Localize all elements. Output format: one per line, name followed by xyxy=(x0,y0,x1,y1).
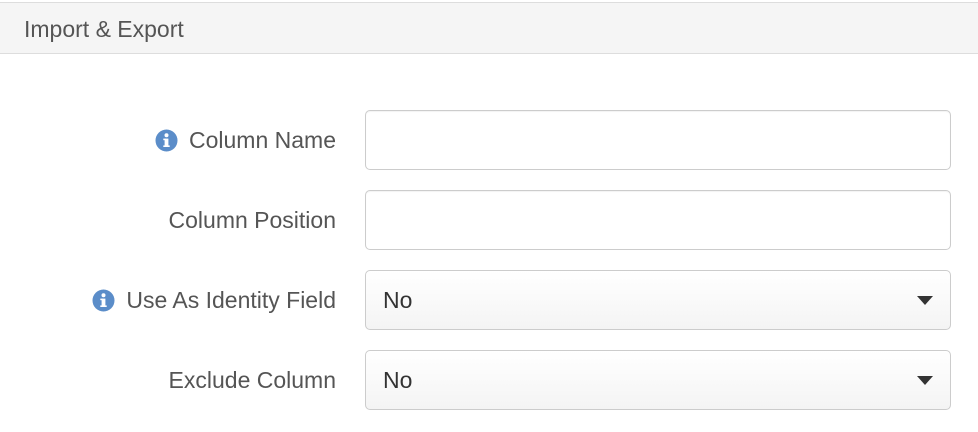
info-icon[interactable] xyxy=(155,129,178,152)
column-name-label-wrap: Column Name xyxy=(155,110,336,170)
exclude-column-label: Exclude Column xyxy=(168,367,336,393)
column-name-input[interactable] xyxy=(365,110,951,170)
use-as-identity-field-value: No xyxy=(383,287,413,313)
form-row-column-name: Column Name xyxy=(0,110,978,170)
exclude-column-select[interactable]: No xyxy=(365,350,951,410)
form-row-exclude-column: Exclude Column No xyxy=(0,350,978,410)
import-export-panel: Import & Export Column Name Column Posit… xyxy=(0,0,978,432)
panel-header: Import & Export xyxy=(0,2,978,54)
form-row-column-position: Column Position xyxy=(0,190,978,250)
exclude-column-value: No xyxy=(383,367,413,393)
identity-field-label-wrap: Use As Identity Field xyxy=(92,270,336,330)
panel-title: Import & Export xyxy=(24,16,184,42)
column-position-input[interactable] xyxy=(365,190,951,250)
exclude-column-label-wrap: Exclude Column xyxy=(169,350,336,410)
form-row-use-as-identity-field: Use As Identity Field No xyxy=(0,270,978,330)
column-name-label: Column Name xyxy=(189,127,336,153)
info-icon[interactable] xyxy=(92,289,115,312)
column-position-label: Column Position xyxy=(168,207,336,233)
column-position-label-wrap: Column Position xyxy=(169,190,336,250)
caret-down-icon xyxy=(917,376,933,385)
use-as-identity-field-label: Use As Identity Field xyxy=(126,287,336,313)
use-as-identity-field-select[interactable]: No xyxy=(365,270,951,330)
caret-down-icon xyxy=(917,296,933,305)
